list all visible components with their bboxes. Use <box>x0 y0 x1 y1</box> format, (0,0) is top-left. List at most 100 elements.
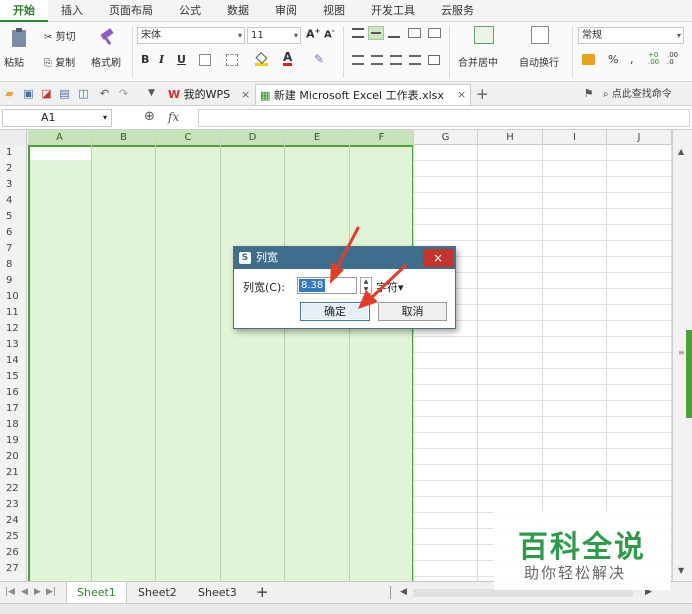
row-header[interactable]: 3 <box>0 177 27 193</box>
close-tab-my-wps-icon[interactable]: × <box>241 84 250 105</box>
stepper-down-icon[interactable]: ▼ <box>364 286 369 293</box>
ok-button[interactable]: 确定 <box>300 302 370 321</box>
row-header[interactable]: 20 <box>0 449 27 465</box>
scroll-up-icon[interactable]: ▲ <box>678 147 684 156</box>
redo-icon[interactable]: ↷ <box>117 87 130 100</box>
scroll-handle-icon[interactable]: ≡ <box>678 348 685 357</box>
sheet-tab-3[interactable]: Sheet3 <box>188 582 247 603</box>
tab-home[interactable]: 开始 <box>0 0 48 22</box>
close-tab-workbook-icon[interactable]: × <box>457 84 466 105</box>
row-header[interactable]: 13 <box>0 337 27 353</box>
decrease-font-icon[interactable]: A- <box>324 27 335 40</box>
row-header[interactable]: 23 <box>0 497 27 513</box>
value-stepper[interactable]: ▲ ▼ <box>360 277 372 294</box>
scroll-down-icon[interactable]: ▼ <box>678 566 684 575</box>
chevron-down-icon[interactable]: ▼ <box>145 87 158 100</box>
align-top-icon[interactable] <box>352 28 364 38</box>
row-header[interactable]: 1 <box>0 145 27 161</box>
align-center-icon[interactable] <box>371 55 383 65</box>
format-painter-icon[interactable] <box>98 28 116 46</box>
underline-button[interactable]: U <box>177 53 186 66</box>
open-folder-icon[interactable]: ▰ <box>3 87 16 100</box>
insert-function-button[interactable]: fx <box>168 110 179 124</box>
column-header-d[interactable]: D <box>221 130 285 145</box>
row-header[interactable]: 25 <box>0 529 27 545</box>
indent-decrease-icon[interactable] <box>408 28 421 38</box>
tab-view[interactable]: 视图 <box>310 0 358 22</box>
save-icon[interactable]: ▣ <box>22 87 35 100</box>
horizontal-scrollbar[interactable] <box>413 589 633 597</box>
column-header-g[interactable]: G <box>414 130 478 145</box>
italic-button[interactable]: I <box>159 53 164 66</box>
merge-center-icon[interactable] <box>474 26 494 44</box>
print-preview-icon[interactable]: ◫ <box>77 87 90 100</box>
export-pdf-icon[interactable]: ◪ <box>40 87 53 100</box>
percent-button[interactable]: % <box>608 53 618 66</box>
row-header[interactable]: 6 <box>0 225 27 241</box>
zoom-search-icon[interactable]: ⊕ <box>144 109 155 124</box>
border-icon[interactable] <box>199 54 211 66</box>
row-header[interactable]: 11 <box>0 305 27 321</box>
increase-font-icon[interactable]: A+ <box>306 27 320 41</box>
tab-review[interactable]: 审阅 <box>262 0 310 22</box>
tab-cloud[interactable]: 云服务 <box>428 0 487 22</box>
row-header[interactable]: 10 <box>0 289 27 305</box>
currency-icon[interactable] <box>582 54 595 65</box>
font-name-select[interactable]: 宋体 ▾ <box>137 27 245 44</box>
pin-icon[interactable]: ⚑ <box>582 87 595 100</box>
row-header[interactable]: 21 <box>0 465 27 481</box>
column-header-e[interactable]: E <box>285 130 350 145</box>
comma-icon[interactable]: , <box>630 53 634 66</box>
active-cell-a1[interactable] <box>30 147 91 160</box>
hscroll-left-icon[interactable]: ◀ <box>400 587 407 597</box>
last-sheet-icon[interactable]: ▶| <box>46 587 56 597</box>
distribute-icon[interactable] <box>428 55 440 65</box>
row-header[interactable]: 14 <box>0 353 27 369</box>
row-header[interactable]: 22 <box>0 481 27 497</box>
wrap-text-button[interactable]: 自动换行 <box>519 54 559 69</box>
row-header[interactable]: 17 <box>0 401 27 417</box>
search-command[interactable]: ⌕ 点此查找命令 <box>603 84 672 105</box>
tab-page-layout[interactable]: 页面布局 <box>96 0 166 22</box>
row-header[interactable]: 26 <box>0 545 27 561</box>
prev-sheet-icon[interactable]: ◀ <box>21 587 28 597</box>
cut-button[interactable]: ✂ 剪切 <box>44 28 76 43</box>
vertical-scrollbar[interactable]: ▲ ≡ ▼ <box>672 130 692 581</box>
row-header[interactable]: 18 <box>0 417 27 433</box>
align-middle-icon[interactable] <box>368 26 384 40</box>
bold-button[interactable]: B <box>141 53 149 66</box>
column-header-i[interactable]: I <box>543 130 607 145</box>
next-sheet-icon[interactable]: ▶ <box>34 587 41 597</box>
clear-format-icon[interactable]: ✎ <box>314 52 324 66</box>
number-format-select[interactable]: 常规 ▾ <box>578 27 684 44</box>
decrease-decimal-icon[interactable]: .00.0 <box>667 52 678 66</box>
tab-formulas[interactable]: 公式 <box>166 0 214 22</box>
row-header[interactable]: 19 <box>0 433 27 449</box>
dialog-close-button[interactable]: × <box>423 249 453 267</box>
wrap-text-icon[interactable] <box>531 26 549 44</box>
align-right-icon[interactable] <box>390 55 402 65</box>
merge-center-button[interactable]: 合并居中 <box>458 54 498 69</box>
sheet-tab-2[interactable]: Sheet2 <box>128 582 187 603</box>
paste-icon[interactable] <box>10 28 28 48</box>
increase-decimal-icon[interactable]: +0.00 <box>648 52 659 66</box>
copy-button[interactable]: ⎘ 复制 <box>44 54 75 69</box>
row-header[interactable]: 15 <box>0 369 27 385</box>
tab-workbook[interactable]: ▦ 新建 Microsoft Excel 工作表.xlsx <box>255 84 471 105</box>
column-width-input[interactable]: 8.38 <box>297 277 357 294</box>
row-header[interactable]: 5 <box>0 209 27 225</box>
font-color-icon[interactable]: A <box>283 51 293 66</box>
row-header[interactable]: 2 <box>0 161 27 177</box>
column-header-h[interactable]: H <box>478 130 543 145</box>
align-bottom-icon[interactable] <box>388 30 400 38</box>
undo-icon[interactable]: ↶ <box>98 87 111 100</box>
row-header[interactable]: 16 <box>0 385 27 401</box>
first-sheet-icon[interactable]: |◀ <box>5 587 15 597</box>
row-header[interactable]: 7 <box>0 241 27 257</box>
select-all-corner[interactable] <box>0 130 27 145</box>
column-header-f[interactable]: F <box>350 130 414 145</box>
row-header[interactable]: 24 <box>0 513 27 529</box>
indent-increase-icon[interactable] <box>428 28 441 38</box>
font-size-select[interactable]: 11 ▾ <box>247 27 301 44</box>
column-header-a[interactable]: A <box>28 130 92 145</box>
